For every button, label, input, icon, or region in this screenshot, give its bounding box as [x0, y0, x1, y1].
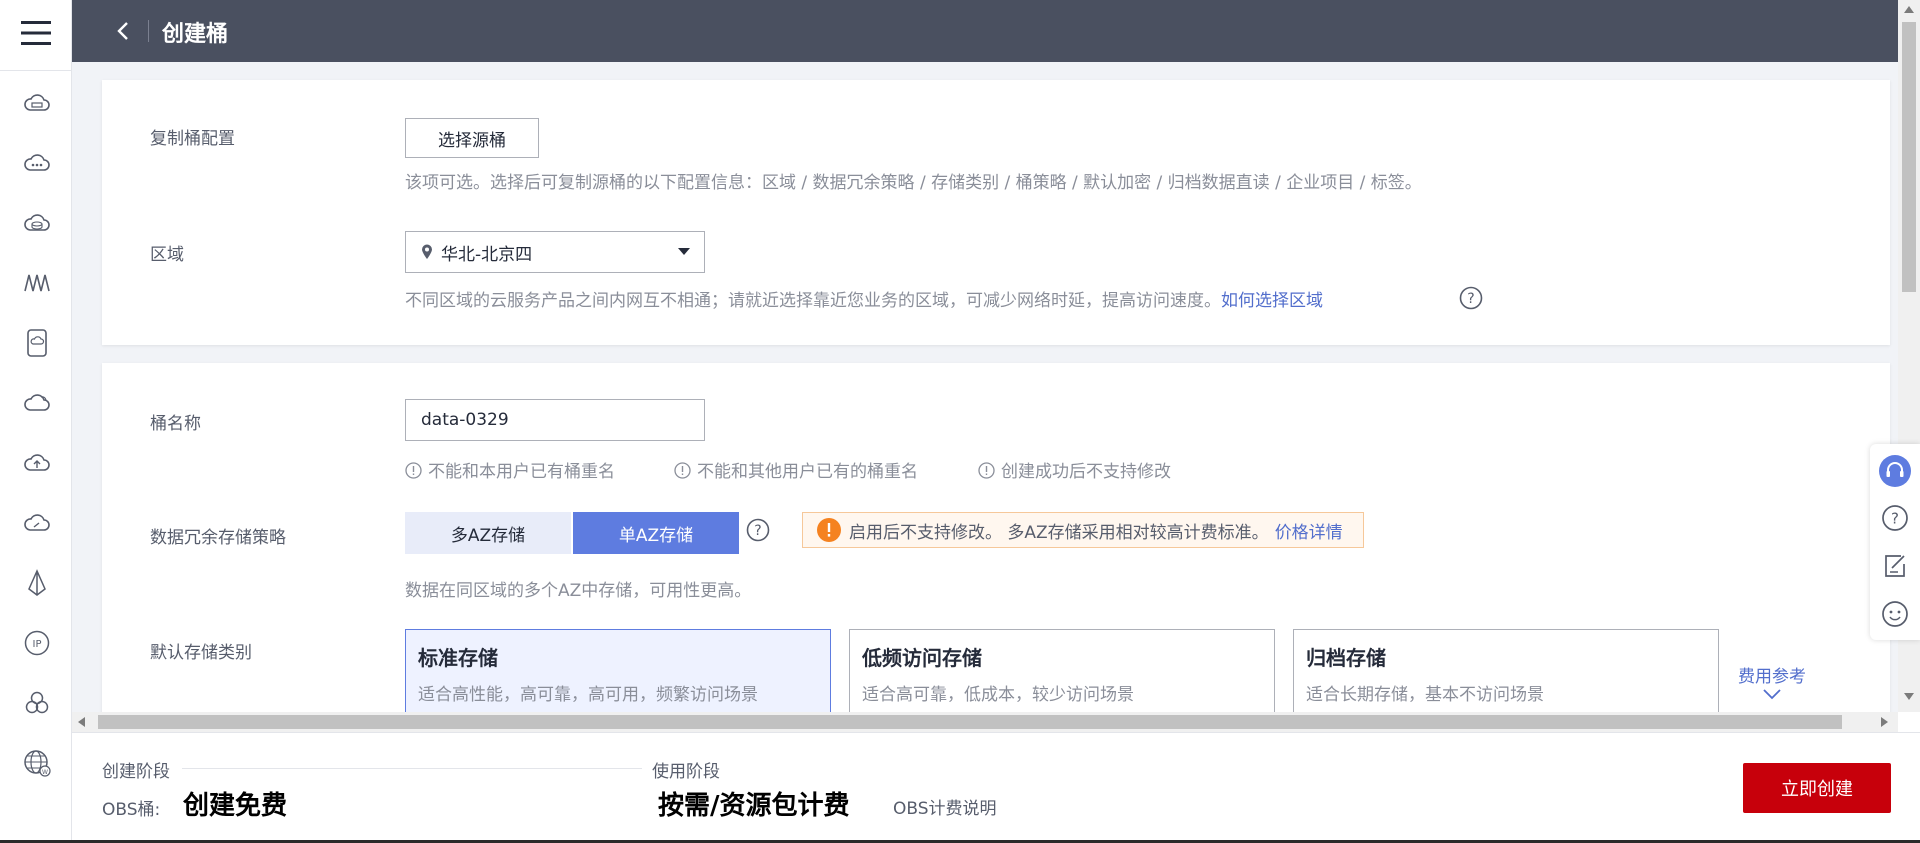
location-pin-icon: [421, 244, 433, 260]
back-arrow-icon[interactable]: [110, 18, 136, 44]
warning-icon: [817, 518, 841, 542]
footer-divider-line: [182, 768, 642, 769]
header-divider: [148, 20, 149, 42]
redundancy-help-icon[interactable]: ?: [746, 518, 770, 542]
help-circle-icon[interactable]: ?: [1879, 502, 1911, 534]
create-stage-label: 创建阶段: [102, 762, 170, 782]
help-icon[interactable]: ?: [1459, 286, 1483, 310]
vertical-scroll-thumb[interactable]: [1902, 22, 1916, 292]
menu-icon[interactable]: [17, 14, 55, 52]
customer-service-icon[interactable]: [1879, 455, 1911, 487]
fee-reference-link[interactable]: 费用参考: [1738, 662, 1806, 687]
scroll-down-icon[interactable]: [1904, 693, 1914, 701]
region-value: 华北-北京四: [441, 244, 533, 265]
copy-config-label: 复制桶配置: [150, 129, 235, 149]
redundancy-label: 数据冗余存储策略: [150, 528, 286, 548]
cluster-icon[interactable]: [22, 688, 52, 718]
use-stage-label: 使用阶段: [652, 762, 720, 782]
storage-tile-archive[interactable]: 归档存储 适合长期存储，基本不访问场景: [1293, 629, 1719, 712]
region-select[interactable]: 华北-北京四: [405, 231, 705, 273]
name-rule-3-text: 创建成功后不支持修改: [1001, 462, 1171, 482]
card-basic-config: 复制桶配置 选择源桶 该项可选。选择后可复制源桶的以下配置信息：区域 / 数据冗…: [102, 80, 1890, 345]
multi-az-option[interactable]: 多AZ存储: [405, 512, 571, 554]
main-content: 复制桶配置 选择源桶 该项可选。选择后可复制源桶的以下配置信息：区域 / 数据冗…: [72, 62, 1898, 712]
tile-title: 低频访问存储: [862, 646, 982, 670]
storage-device-icon[interactable]: [22, 328, 52, 358]
rail-divider: [0, 70, 72, 71]
footer-bar: 创建阶段 OBS桶: 创建免费 使用阶段 按需/资源包计费 OBS计费说明 立即…: [72, 732, 1920, 843]
copy-config-hint: 该项可选。选择后可复制源桶的以下配置信息：区域 / 数据冗余策略 / 存储类别 …: [405, 173, 1422, 193]
scroll-up-icon[interactable]: [1904, 6, 1914, 14]
storage-tile-standard[interactable]: 标准存储 适合高性能，高可靠，高可用，频繁访问场景: [405, 629, 831, 712]
redundancy-warning: 启用后不支持修改。 多AZ存储采用相对较高计费标准。 价格详情: [802, 512, 1364, 548]
tile-desc: 适合高性能，高可靠，高可用，频繁访问场景: [418, 685, 758, 705]
svg-text:IP: IP: [33, 639, 42, 650]
warning-text: 启用后不支持修改。 多AZ存储采用相对较高计费标准。: [849, 522, 1269, 543]
name-rule-2: 不能和其他用户已有的桶重名: [674, 457, 918, 482]
name-rule-2-text: 不能和其他用户已有的桶重名: [697, 462, 918, 482]
region-hint: 不同区域的云服务产品之间内网互不相通；请就近选择靠近您业务的区域，可减少网络时延…: [405, 291, 1221, 311]
info-icon: [978, 462, 995, 479]
svg-text:?: ?: [754, 523, 761, 539]
page-header: 创建桶: [72, 0, 1898, 62]
tile-desc: 适合长期存储，基本不访问场景: [1306, 685, 1544, 705]
cloud-database-icon[interactable]: [22, 208, 52, 238]
tile-title: 标准存储: [418, 646, 498, 670]
web-globe-icon[interactable]: W: [22, 748, 52, 778]
how-to-choose-region-link[interactable]: 如何选择区域: [1221, 291, 1323, 311]
obs-billing-link[interactable]: OBS计费说明: [893, 794, 997, 819]
scroll-left-icon[interactable]: [78, 717, 86, 727]
svg-text:?: ?: [1891, 510, 1899, 528]
cloud-more-icon[interactable]: [22, 148, 52, 178]
network-icon[interactable]: [22, 268, 52, 298]
page-title: 创建桶: [162, 22, 229, 47]
info-icon: [405, 462, 422, 479]
caret-down-icon: [678, 248, 690, 256]
price-details-link[interactable]: 价格详情: [1275, 518, 1343, 543]
horizontal-scroll-thumb[interactable]: [98, 715, 1842, 729]
billing-mode-text: 按需/资源包计费: [658, 791, 850, 821]
single-az-option[interactable]: 单AZ存储: [573, 512, 739, 554]
edit-note-icon[interactable]: [1879, 550, 1911, 582]
obs-bucket-label: OBS桶:: [102, 800, 161, 820]
cloud-outline-icon[interactable]: [22, 388, 52, 418]
svg-text:W: W: [42, 769, 48, 776]
floating-toolbar: ?: [1870, 444, 1920, 640]
storage-tile-infrequent[interactable]: 低频访问存储 适合高可靠，低成本，较少访问场景: [849, 629, 1275, 712]
cloud-server-icon[interactable]: [22, 88, 52, 118]
region-hint-row: 不同区域的云服务产品之间内网互不相通；请就近选择靠近您业务的区域，可减少网络时延…: [405, 286, 1323, 311]
name-rule-1: 不能和本用户已有桶重名: [405, 457, 615, 482]
ip-icon[interactable]: IP: [22, 628, 52, 658]
left-nav-rail: IP W: [0, 0, 72, 843]
bucket-name-input[interactable]: data-0329: [405, 399, 705, 441]
horizontal-scrollbar[interactable]: [72, 712, 1898, 732]
bucket-name-label: 桶名称: [150, 414, 201, 434]
select-source-bucket-button[interactable]: 选择源桶: [405, 118, 539, 158]
storage-class-label: 默认存储类别: [150, 643, 252, 663]
region-label: 区域: [150, 245, 184, 265]
feedback-smile-icon[interactable]: [1879, 598, 1911, 630]
cloud-upload-icon[interactable]: [22, 448, 52, 478]
scroll-right-icon[interactable]: [1880, 717, 1888, 727]
deploy-icon[interactable]: [22, 568, 52, 598]
tile-title: 归档存储: [1306, 646, 1386, 670]
create-now-button[interactable]: 立即创建: [1743, 763, 1891, 813]
svg-text:?: ?: [1467, 291, 1474, 307]
tile-desc: 适合高可靠，低成本，较少访问场景: [862, 685, 1134, 705]
redundancy-hint: 数据在同区域的多个AZ中存储，可用性更高。: [405, 581, 752, 601]
create-free-text: 创建免费: [183, 791, 288, 821]
name-rule-1-text: 不能和本用户已有桶重名: [428, 462, 615, 482]
info-icon: [674, 462, 691, 479]
name-rule-3: 创建成功后不支持修改: [978, 457, 1171, 482]
expand-chevron-icon[interactable]: [1762, 688, 1782, 700]
cloud-gauge-icon[interactable]: [22, 508, 52, 538]
